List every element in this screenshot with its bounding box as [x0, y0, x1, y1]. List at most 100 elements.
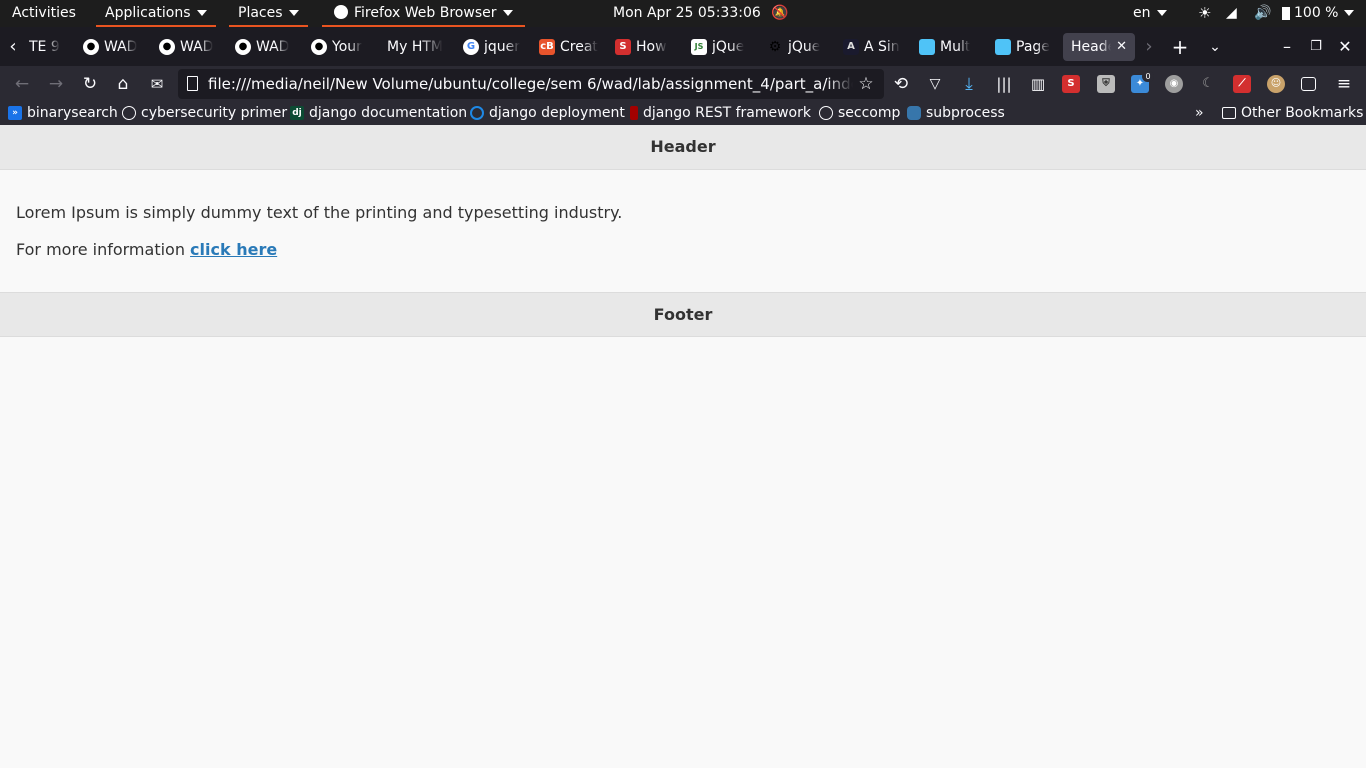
binarysearch-icon: » — [8, 106, 22, 120]
chevron-down-icon — [1344, 10, 1355, 16]
chevron-down-icon — [196, 10, 207, 16]
extension-badge: 0 — [1142, 71, 1154, 82]
globe-icon — [122, 106, 136, 120]
click-here-link[interactable]: click here — [190, 240, 277, 259]
wand-extension-icon[interactable]: ⟋ — [1233, 75, 1251, 93]
chevron-down-icon — [1156, 10, 1167, 16]
app-name: Firefox Web Browser — [354, 5, 497, 21]
mail-icon[interactable]: ✉ — [143, 70, 171, 98]
info-paragraph: For more information click here — [16, 239, 622, 261]
bookmark-item[interactable]: django deployment — [470, 102, 625, 125]
restore-icon[interactable]: ❐ — [1304, 33, 1328, 61]
reload-icon[interactable]: ↻ — [76, 70, 104, 98]
forward-icon[interactable]: → — [42, 70, 70, 98]
deployment-icon — [470, 106, 484, 120]
bookmark-item[interactable]: subprocess — [907, 102, 1005, 125]
volume-icon: 🔊 — [1254, 5, 1272, 21]
github-icon: ● — [159, 39, 175, 55]
notifications-muted-icon: 🔕 — [771, 5, 789, 21]
page-header: Header — [0, 125, 1366, 170]
s-extension-icon[interactable]: S — [1062, 75, 1080, 93]
home-icon[interactable]: ⌂ — [109, 70, 137, 98]
scroll-tabs-right-icon[interactable]: › — [1137, 33, 1161, 61]
applications-label: Applications — [105, 5, 191, 21]
moon-extension-icon[interactable]: ☾ — [1199, 75, 1217, 93]
places-menu[interactable]: Places — [229, 0, 308, 27]
bookmarks-bar: » binarysearch cybersecurity primer dj dja… — [0, 102, 1366, 125]
drf-icon — [630, 106, 638, 120]
intro-paragraph: Lorem Ipsum is simply dummy text of the … — [16, 203, 623, 222]
brightness-icon: ☀ — [1198, 4, 1212, 22]
tab-strip: ‹ TE 9 ● WAD ● WAD ● WAD ● Your My HTM Gjque… — [0, 27, 1366, 66]
tab[interactable]: ● WAD — [83, 33, 143, 61]
minimize-icon[interactable]: – — [1275, 33, 1299, 61]
python-icon — [907, 106, 921, 120]
downloads-icon[interactable]: ⤓ — [955, 70, 983, 98]
tab[interactable]: TE 9 — [29, 33, 69, 61]
sidebar-icon[interactable]: ▥ — [1024, 70, 1052, 98]
back-icon[interactable]: ← — [8, 70, 36, 98]
tab[interactable]: JS jQue — [691, 33, 751, 61]
angular-icon: A — [843, 39, 859, 55]
chevron-down-icon — [502, 10, 513, 16]
page-icon — [919, 39, 935, 55]
bookmark-item[interactable]: dj django documentation — [290, 102, 467, 125]
bookmark-item[interactable]: seccomp — [819, 102, 900, 125]
new-tab-icon[interactable]: + — [1166, 33, 1194, 61]
address-bar[interactable]: file:///media/neil/New Volume/ubuntu/col… — [178, 69, 884, 99]
tab[interactable]: ● WAD — [159, 33, 219, 61]
battery-indicator[interactable]: 100 % — [1282, 0, 1355, 27]
globe-icon — [819, 106, 833, 120]
container-extension-icon[interactable] — [1301, 77, 1316, 91]
page-viewport: Header Lorem Ipsum is simply dummy text … — [0, 125, 1366, 768]
shield-extension-icon[interactable]: ⛨ — [1097, 75, 1115, 93]
url-input[interactable]: file:///media/neil/New Volume/ubuntu/col… — [208, 69, 853, 99]
page-info-icon[interactable] — [187, 76, 198, 91]
scroll-tabs-left-icon[interactable]: ‹ — [0, 33, 26, 61]
tab[interactable]: AA Sin — [843, 33, 903, 61]
tab[interactable]: S How — [615, 33, 675, 61]
gear-icon: ⚙ — [768, 39, 782, 55]
github-icon: ● — [311, 39, 327, 55]
tab[interactable]: My HTM — [387, 33, 447, 61]
firefox-icon — [334, 5, 348, 19]
bookmark-item[interactable]: cybersecurity primer — [122, 102, 287, 125]
bookmark-star-icon[interactable]: ☆ — [852, 70, 880, 98]
language-selector[interactable]: en — [1133, 0, 1167, 27]
list-all-tabs-icon[interactable]: ⌄ — [1201, 33, 1229, 61]
close-tab-icon[interactable]: ✕ — [1116, 33, 1127, 61]
bookmark-item[interactable]: » binarysearch — [8, 102, 118, 125]
django-icon: dj — [290, 106, 304, 120]
github-icon: ● — [235, 39, 251, 55]
activities-button[interactable]: Activities — [12, 0, 76, 27]
jquery-icon: JS — [691, 39, 707, 55]
clock[interactable]: Mon Apr 25 05:33:06 🔕 — [613, 0, 789, 27]
tab[interactable]: cB Creat — [539, 33, 599, 61]
other-bookmarks[interactable]: Other Bookmarks — [1222, 102, 1363, 125]
applications-menu[interactable]: Applications — [96, 0, 216, 27]
pocket-icon[interactable]: ▽ — [921, 70, 949, 98]
circle-extension-icon[interactable]: ◉ — [1165, 75, 1183, 93]
library-icon[interactable]: ||| — [990, 70, 1018, 98]
bookmark-item[interactable]: django REST framework — [630, 102, 811, 125]
menu-icon[interactable]: ≡ — [1330, 70, 1358, 98]
info-text: For more information — [16, 240, 191, 259]
tab[interactable]: Page — [995, 33, 1055, 61]
close-window-icon[interactable]: ✕ — [1333, 33, 1357, 61]
history-icon[interactable]: ⟲ — [887, 70, 915, 98]
tab[interactable]: ● WAD — [235, 33, 295, 61]
tab[interactable]: Mult — [919, 33, 979, 61]
tab[interactable]: ⚙ jQue — [767, 33, 827, 61]
app-menu[interactable]: Firefox Web Browser — [322, 0, 525, 27]
page-footer: Footer — [0, 292, 1366, 337]
places-label: Places — [238, 5, 283, 21]
tab[interactable]: ● Your — [311, 33, 371, 61]
wifi-icon: ◢ — [1226, 5, 1237, 21]
face-extension-icon[interactable]: ☺ — [1267, 75, 1285, 93]
navigation-bar: ← → ↻ ⌂ ✉ file:///media/neil/New Volume/… — [0, 66, 1366, 102]
tab-active[interactable]: Header ✕ — [1063, 33, 1135, 61]
tab[interactable]: Gjquer — [463, 33, 523, 61]
codebeautify-icon: cB — [539, 39, 555, 55]
more-bookmarks-chevron-icon[interactable]: » — [1195, 102, 1204, 125]
chevron-down-icon — [288, 10, 299, 16]
